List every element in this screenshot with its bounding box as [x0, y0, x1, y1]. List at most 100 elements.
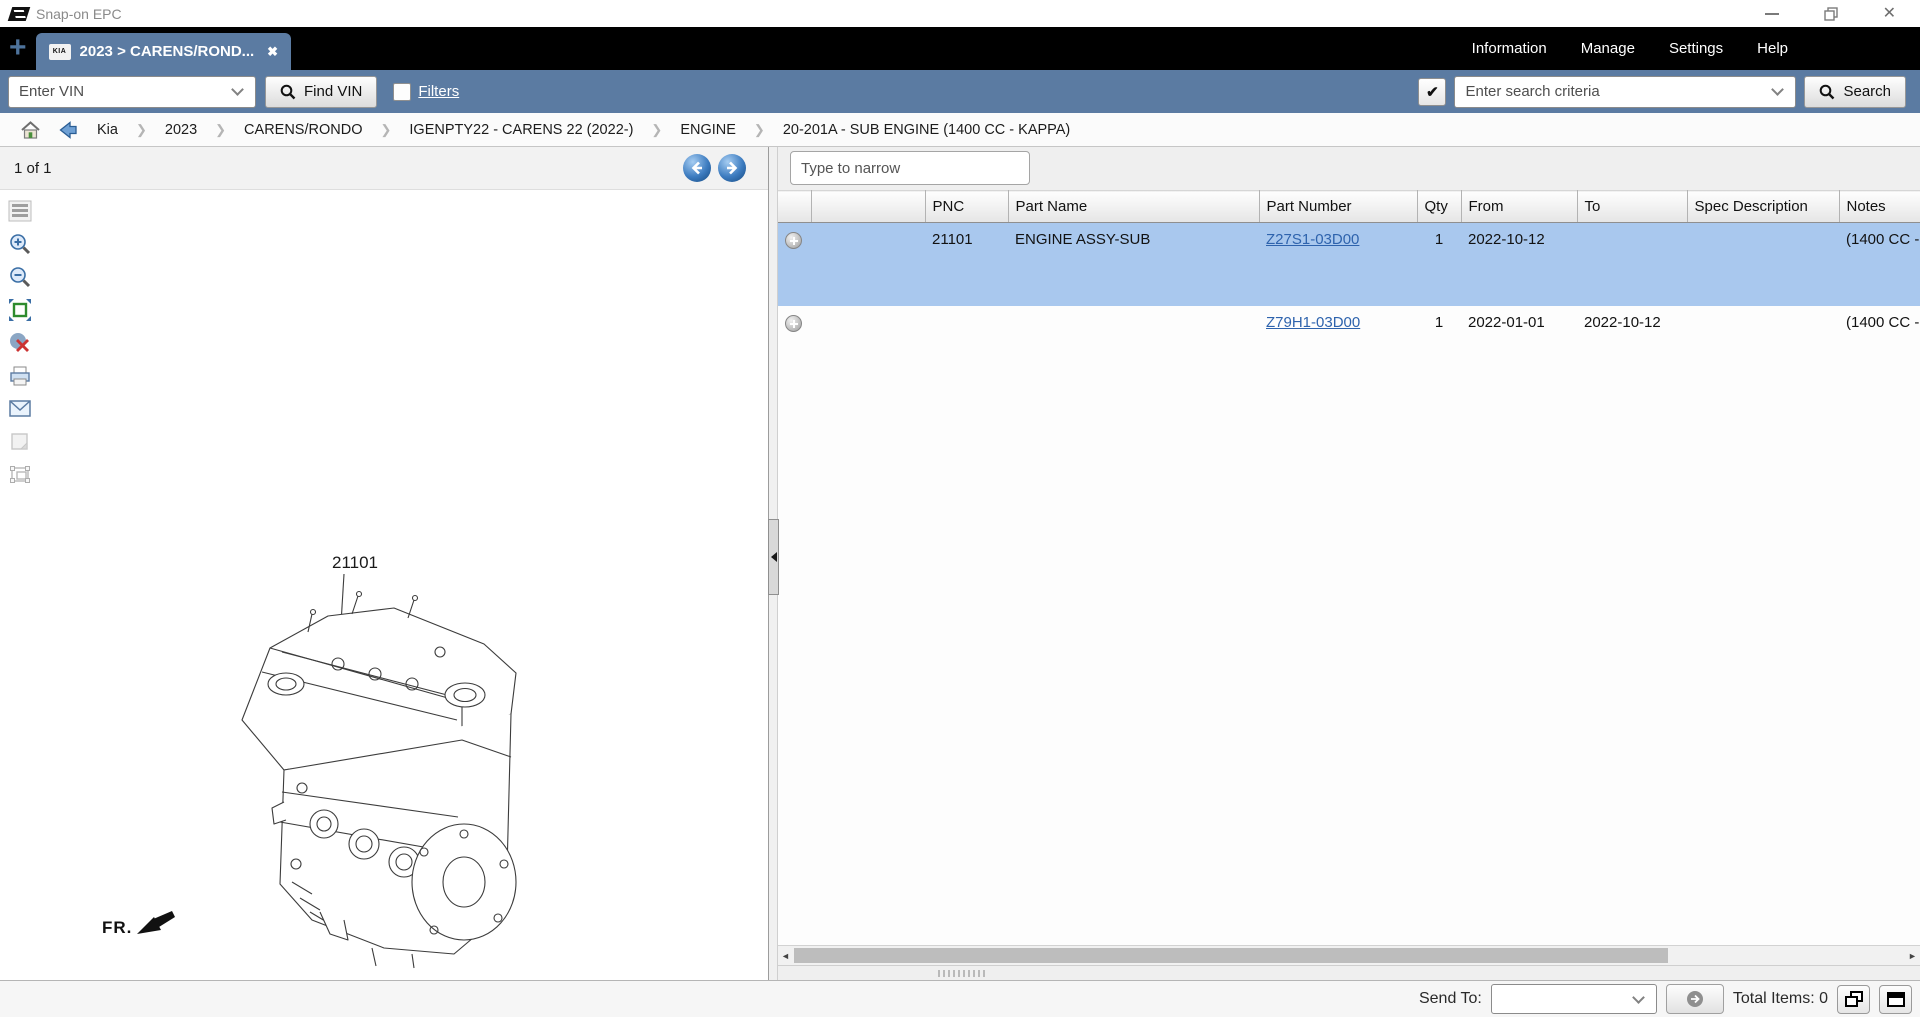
- fit-to-window-icon[interactable]: [6, 297, 33, 323]
- col-blank[interactable]: [811, 191, 925, 223]
- title-bar: Snap-on EPC ✕: [0, 0, 1920, 27]
- chevron-down-icon[interactable]: [231, 83, 244, 96]
- drag-grip-icon[interactable]: [938, 970, 986, 977]
- breadcrumb-catalog[interactable]: IGENPTY22 - CARENS 22 (2022-): [405, 122, 637, 138]
- close-icon[interactable]: ✕: [1883, 6, 1896, 22]
- row-expand-button[interactable]: [785, 232, 802, 249]
- front-arrow-icon: [134, 908, 176, 938]
- menu-information[interactable]: Information: [1472, 40, 1547, 57]
- col-spec-description[interactable]: Spec Description: [1687, 191, 1839, 223]
- search-button[interactable]: Search: [1804, 76, 1906, 108]
- scroll-left-icon[interactable]: ◄: [778, 946, 793, 965]
- menu-settings[interactable]: Settings: [1669, 40, 1723, 57]
- panel-splitter[interactable]: [769, 147, 778, 980]
- engine-diagram[interactable]: 21101: [212, 552, 562, 980]
- filters-label[interactable]: Filters: [418, 83, 459, 100]
- col-notes[interactable]: Notes: [1839, 191, 1920, 223]
- minimize-icon[interactable]: [1765, 13, 1779, 15]
- cell-to: 2022-10-12: [1577, 306, 1687, 389]
- scroll-right-icon[interactable]: ►: [1905, 946, 1920, 965]
- col-qty[interactable]: Qty: [1417, 191, 1461, 223]
- breadcrumb-make[interactable]: Kia: [93, 122, 122, 138]
- new-tab-button[interactable]: +: [0, 30, 36, 68]
- restore-icon[interactable]: [1823, 6, 1839, 22]
- parts-panel: PNC Part Name Part Number Qty From To Sp…: [778, 147, 1920, 980]
- page-indicator: 1 of 1: [14, 160, 52, 177]
- send-go-button[interactable]: [1666, 984, 1724, 1014]
- part-number-link[interactable]: Z27S1-03D00: [1266, 231, 1359, 248]
- viewer-header: 1 of 1: [0, 147, 768, 190]
- cell-spec: [1687, 223, 1839, 306]
- snapon-logo-icon: [8, 7, 31, 21]
- zoom-in-icon[interactable]: [6, 231, 33, 257]
- export-image-icon[interactable]: [6, 429, 33, 455]
- send-to-combo[interactable]: [1491, 984, 1657, 1014]
- col-expander[interactable]: [778, 191, 811, 223]
- clear-selection-icon[interactable]: [6, 330, 33, 356]
- table-row[interactable]: Z79H1-03D00 1 2022-01-01 2022-10-12 (140…: [778, 306, 1920, 389]
- menu-help[interactable]: Help: [1757, 40, 1788, 57]
- search-criteria-input[interactable]: [1455, 83, 1769, 100]
- breadcrumb-separator: ❯: [651, 122, 662, 138]
- home-icon[interactable]: [20, 120, 41, 140]
- filters-checkbox[interactable]: [393, 83, 411, 101]
- prev-page-button[interactable]: [683, 154, 711, 182]
- maximize-view-button[interactable]: [1879, 985, 1912, 1014]
- splitter-handle[interactable]: [768, 519, 779, 595]
- main-menu: Information Manage Settings Help: [1472, 40, 1920, 57]
- select-region-icon[interactable]: [6, 462, 33, 488]
- horizontal-scrollbar[interactable]: ◄ ►: [778, 945, 1920, 965]
- search-icon: [280, 84, 296, 100]
- breadcrumb-section[interactable]: 20-201A - SUB ENGINE (1400 CC - KAPPA): [779, 122, 1074, 138]
- cell-part-name: ENGINE ASSY-SUB: [1008, 223, 1259, 306]
- collapse-left-icon: [771, 552, 777, 562]
- cell-pnc: [925, 306, 1008, 389]
- cell-from: 2022-01-01: [1461, 306, 1577, 389]
- breadcrumb: Kia ❯ 2023 ❯ CARENS/RONDO ❯ IGENPTY22 - …: [0, 113, 1920, 147]
- menu-manage[interactable]: Manage: [1581, 40, 1635, 57]
- tab-close-icon[interactable]: ✖: [267, 44, 278, 60]
- breadcrumb-year[interactable]: 2023: [161, 122, 201, 138]
- row-expand-button[interactable]: [785, 315, 802, 332]
- breadcrumb-separator: ❯: [380, 122, 391, 138]
- tab-bar: + KIA 2023 > CARENS/ROND... ✖ Informatio…: [0, 27, 1920, 70]
- thumbnail-strip-icon[interactable]: [6, 198, 33, 224]
- next-page-button[interactable]: [718, 154, 746, 182]
- vin-input[interactable]: [9, 83, 229, 100]
- scrollbar-thumb[interactable]: [794, 948, 1668, 963]
- cascade-windows-icon: [1844, 990, 1864, 1008]
- diagram-canvas: 21101: [0, 190, 768, 980]
- chevron-down-icon[interactable]: [1632, 991, 1645, 1004]
- col-part-number[interactable]: Part Number: [1259, 191, 1417, 223]
- send-to-label: Send To:: [1419, 990, 1482, 1008]
- tab-active[interactable]: KIA 2023 > CARENS/ROND... ✖: [36, 33, 292, 70]
- breadcrumb-model[interactable]: CARENS/RONDO: [240, 122, 366, 138]
- col-to[interactable]: To: [1577, 191, 1687, 223]
- breadcrumb-separator: ❯: [215, 122, 226, 138]
- email-icon[interactable]: [6, 396, 33, 422]
- col-pnc[interactable]: PNC: [925, 191, 1008, 223]
- cell-qty: 1: [1417, 223, 1461, 306]
- back-arrow-icon[interactable]: [57, 120, 79, 140]
- cell-pnc: 21101: [925, 223, 1008, 306]
- cell-to: [1577, 223, 1687, 306]
- diagram-part-label: 21101: [332, 553, 378, 572]
- zoom-out-icon[interactable]: [6, 264, 33, 290]
- print-icon[interactable]: [6, 363, 33, 389]
- tab-label: 2023 > CARENS/ROND...: [80, 43, 255, 60]
- find-vin-button[interactable]: Find VIN: [265, 76, 377, 108]
- cell-notes: (1400 CC - UNLEAD: [1839, 223, 1920, 306]
- search-criteria-combo[interactable]: [1454, 76, 1796, 108]
- col-part-name[interactable]: Part Name: [1008, 191, 1259, 223]
- table-row[interactable]: 21101 ENGINE ASSY-SUB Z27S1-03D00 1 2022…: [778, 223, 1920, 306]
- part-number-link[interactable]: Z79H1-03D00: [1266, 314, 1360, 331]
- breadcrumb-group[interactable]: ENGINE: [676, 122, 740, 138]
- send-to-input[interactable]: [1492, 991, 1630, 1008]
- chevron-down-icon[interactable]: [1772, 83, 1785, 96]
- cascade-windows-button[interactable]: [1837, 985, 1870, 1014]
- vin-combo[interactable]: [8, 76, 256, 108]
- col-from[interactable]: From: [1461, 191, 1577, 223]
- maximize-window-icon: [1886, 991, 1906, 1008]
- search-check-button[interactable]: ✔: [1418, 78, 1446, 106]
- type-to-narrow-input[interactable]: [790, 151, 1030, 185]
